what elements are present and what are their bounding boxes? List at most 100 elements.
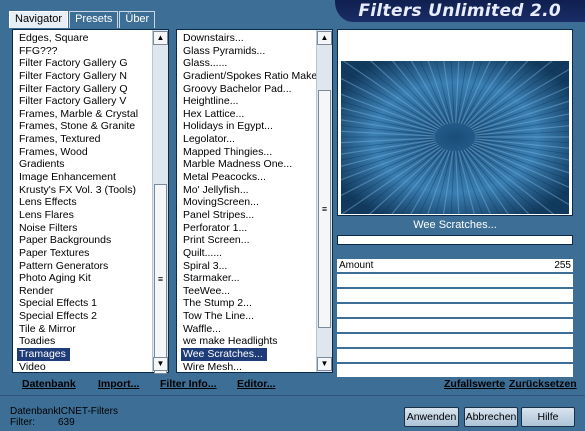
preview-panel (337, 29, 573, 216)
list-item[interactable]: Wee Scratches... (181, 348, 267, 361)
list-item[interactable]: Paper Textures (13, 247, 152, 260)
database-label: Datenbank: (10, 406, 62, 417)
list-item[interactable]: Video (13, 361, 152, 372)
category-scrollbar[interactable]: ▲ ≡ ▼ (152, 30, 168, 374)
list-item[interactable]: Marble Madness One... (177, 158, 316, 171)
list-item[interactable]: Frames, Marble & Crystal (13, 108, 152, 121)
list-item[interactable]: Filter Factory Gallery N (13, 70, 152, 83)
list-item[interactable]: Tow The Line... (177, 310, 316, 323)
list-item[interactable]: Downstairs... (177, 32, 316, 45)
tab-presets[interactable]: Presets (69, 11, 119, 28)
list-item[interactable]: Image Enhancement (13, 171, 152, 184)
window-header: Filters Unlimited 2.0 Navigator Presets … (0, 0, 585, 28)
parameter-slider-empty (337, 319, 573, 332)
parameter-slider-empty (337, 274, 573, 287)
list-item[interactable]: Filter Factory Gallery V (13, 95, 152, 108)
list-item[interactable]: Wire Mesh... (177, 361, 316, 372)
preview-filter-name: Wee Scratches... (413, 219, 497, 231)
link-bar: Datenbank Import... Filter Info... Edito… (12, 376, 577, 392)
reset-link[interactable]: Zurücksetzen (509, 378, 577, 390)
apply-button[interactable]: Anwenden (404, 407, 459, 427)
list-item[interactable]: Photo Aging Kit (13, 272, 152, 285)
status-info: Datenbank: ICNET-Filters Filter: 639 (10, 406, 118, 428)
parameter-slider-empty (337, 289, 573, 302)
list-item[interactable]: Krusty's FX Vol. 3 (Tools) (13, 184, 152, 197)
category-items: Edges, Square FFG??? Filter Factory Galler… (13, 30, 152, 372)
tab-about[interactable]: Über (119, 11, 156, 28)
list-item[interactable]: Lens Effects (13, 196, 152, 209)
list-item[interactable]: MovingScreen... (177, 196, 316, 209)
list-item[interactable]: Frames, Textured (13, 133, 152, 146)
filter-count-value: 639 (58, 417, 75, 428)
list-item[interactable]: Heightline... (177, 95, 316, 108)
app-title: Filters Unlimited 2.0 (358, 1, 561, 21)
list-item[interactable]: Mapped Thingies... (177, 146, 316, 159)
list-item[interactable]: Panel Stripes... (177, 209, 316, 222)
list-item[interactable]: Frames, Wood (13, 146, 152, 159)
list-item[interactable]: Gradients (13, 158, 152, 171)
scroll-thumb[interactable]: ≡ (318, 90, 331, 328)
filter-info-link[interactable]: Filter Info... (160, 378, 217, 390)
preview-pattern (341, 61, 569, 214)
parameter-value: 255 (554, 260, 571, 271)
list-item[interactable]: Pattern Generators (13, 260, 152, 273)
list-item[interactable]: Hex Lattice... (177, 108, 316, 121)
list-item[interactable]: Frames, Stone & Granite (13, 120, 152, 133)
list-item[interactable]: Starmaker... (177, 272, 316, 285)
database-link[interactable]: Datenbank (22, 378, 76, 390)
list-item[interactable]: Noise Filters (13, 222, 152, 235)
list-item[interactable]: Legolator... (177, 133, 316, 146)
list-item[interactable]: Quilt...... (177, 247, 316, 260)
scroll-thumb[interactable]: ≡ (154, 184, 167, 374)
list-item[interactable]: Metal Peacocks... (177, 171, 316, 184)
list-item[interactable]: Filter Factory Gallery G (13, 57, 152, 70)
list-item[interactable]: Waffle... (177, 323, 316, 336)
editor-link[interactable]: Editor... (237, 378, 276, 390)
list-item[interactable]: FFG??? (13, 45, 152, 58)
list-item[interactable]: Toadies (13, 335, 152, 348)
list-item[interactable]: Filter Factory Gallery Q (13, 83, 152, 96)
list-item[interactable]: Glass Pyramids... (177, 45, 316, 58)
parameter-slider-empty (337, 334, 573, 347)
tab-strip: Navigator Presets Über (9, 11, 156, 28)
filter-items: Downstairs... Glass Pyramids... Glass.....… (177, 30, 316, 372)
list-item[interactable]: Holidays in Egypt... (177, 120, 316, 133)
random-values-link[interactable]: Zufallswerte (444, 378, 505, 390)
parameter-slider-empty (337, 349, 573, 362)
database-value: ICNET-Filters (58, 406, 118, 417)
filter-list[interactable]: Downstairs... Glass Pyramids... Glass.....… (176, 29, 333, 373)
list-item[interactable]: Tramages (17, 348, 70, 361)
scroll-down-arrow-icon[interactable]: ▼ (153, 357, 168, 371)
cancel-button[interactable]: Abbrechen (464, 407, 518, 427)
scroll-down-arrow-icon[interactable]: ▼ (317, 357, 332, 371)
list-item[interactable]: Edges, Square (13, 32, 152, 45)
scroll-up-arrow-icon[interactable]: ▲ (317, 31, 332, 45)
parameter-slider-empty (337, 304, 573, 317)
list-item[interactable]: Glass...... (177, 57, 316, 70)
list-item[interactable]: Perforator 1... (177, 222, 316, 235)
list-item[interactable]: TeeWee... (177, 285, 316, 298)
category-list[interactable]: Edges, Square FFG??? Filter Factory Galler… (12, 29, 169, 374)
list-item[interactable]: Groovy Bachelor Pad... (177, 83, 316, 96)
preview-image (341, 61, 569, 214)
list-item[interactable]: Spiral 3... (177, 260, 316, 273)
parameter-slider[interactable]: Amount 255 (337, 259, 573, 272)
scroll-up-arrow-icon[interactable]: ▲ (153, 31, 168, 45)
list-item[interactable]: we make Headlights (177, 335, 316, 348)
list-item[interactable]: Gradient/Spokes Ratio Maker... (177, 70, 316, 83)
list-item[interactable]: Print Screen... (177, 234, 316, 247)
filter-count-label: Filter: (10, 417, 35, 428)
list-item[interactable]: Special Effects 2 (13, 310, 152, 323)
list-item[interactable]: Render (13, 285, 152, 298)
import-link[interactable]: Import... (98, 378, 139, 390)
help-button[interactable]: Hilfe (521, 407, 575, 427)
filter-scrollbar[interactable]: ▲ ≡ ▼ (316, 30, 332, 372)
list-item[interactable]: Mo' Jellyfish... (177, 184, 316, 197)
parameter-label: Amount (339, 260, 374, 271)
list-item[interactable]: Paper Backgrounds (13, 234, 152, 247)
list-item[interactable]: Special Effects 1 (13, 297, 152, 310)
list-item[interactable]: Lens Flares (13, 209, 152, 222)
list-item[interactable]: Tile & Mirror (13, 323, 152, 336)
list-item[interactable]: The Stump 2... (177, 297, 316, 310)
tab-navigator[interactable]: Navigator (9, 11, 69, 28)
